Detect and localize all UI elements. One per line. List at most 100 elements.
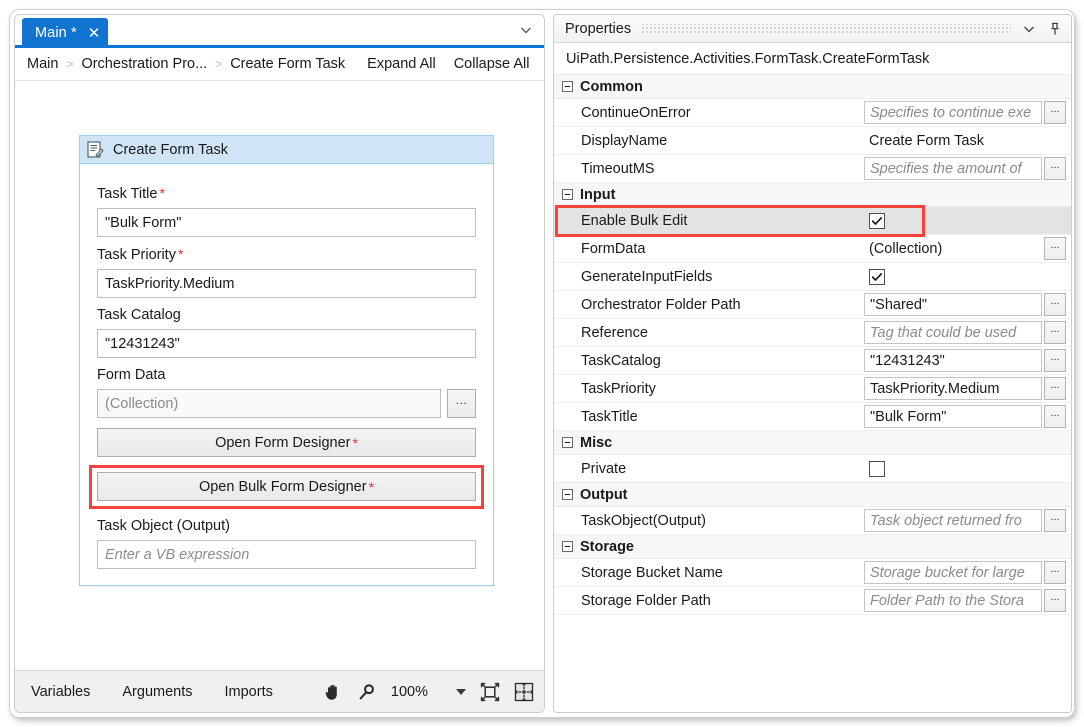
chevron-down-icon[interactable] [1021, 21, 1037, 37]
workflow-designer-pane: Main * ✕ Main > Orchestration Pro... > C… [14, 14, 545, 713]
collapse-expander-icon[interactable] [562, 541, 573, 552]
property-value: Create Form Task [864, 127, 1071, 154]
section-header-common[interactable]: Common [554, 75, 1071, 99]
property-row-timeoutms[interactable]: TimeoutMS Specifies the amount of ... [554, 155, 1071, 183]
property-value [864, 263, 1071, 290]
task-catalog-input[interactable]: "12431243" [97, 329, 476, 358]
taskcatalog-input[interactable]: "12431243" [864, 349, 1042, 372]
caret-down-icon[interactable] [456, 689, 466, 695]
taskobject-output-input[interactable]: Task object returned fro [864, 509, 1042, 532]
breadcrumb-item-0[interactable]: Main [27, 56, 58, 72]
field-label-task-catalog: Task Catalog [97, 307, 476, 323]
drag-grip[interactable] [641, 24, 1011, 34]
property-name: Enable Bulk Edit [554, 213, 864, 229]
taskpriority-input[interactable]: TaskPriority.Medium [864, 377, 1042, 400]
label-text: Task Title [97, 186, 157, 202]
magnifier-icon[interactable] [357, 682, 377, 702]
designer-canvas[interactable]: Create Form Task Task Title* "Bulk Form"… [15, 82, 544, 670]
property-value [864, 455, 1071, 482]
open-form-designer-button[interactable]: Open Form Designer* [97, 428, 476, 457]
property-row-displayname[interactable]: DisplayName Create Form Task [554, 127, 1071, 155]
property-row-storage-folder-path[interactable]: Storage Folder Path Folder Path to the S… [554, 587, 1071, 615]
input-rows: Enable Bulk Edit FormData (Collection) .… [554, 207, 1071, 431]
close-icon[interactable]: ✕ [88, 26, 101, 41]
open-bulk-form-designer-button[interactable]: Open Bulk Form Designer* [97, 472, 476, 501]
task-priority-input[interactable]: TaskPriority.Medium [97, 269, 476, 298]
property-name: TaskObject(Output) [554, 513, 864, 529]
timeoutms-input[interactable]: Specifies the amount of [864, 157, 1042, 180]
imports-panel-button[interactable]: Imports [225, 684, 273, 700]
taskcatalog-ellipsis-button[interactable]: ... [1044, 349, 1066, 372]
variables-panel-button[interactable]: Variables [31, 684, 90, 700]
reference-input[interactable]: Tag that could be used [864, 321, 1042, 344]
property-row-tasktitle[interactable]: TaskTitle "Bulk Form" ... [554, 403, 1071, 431]
storage-folder-path-input[interactable]: Folder Path to the Stora [864, 589, 1042, 612]
section-header-input[interactable]: Input [554, 183, 1071, 207]
taskobject-output-ellipsis-button[interactable]: ... [1044, 509, 1066, 532]
collapse-expander-icon[interactable] [562, 189, 573, 200]
breadcrumb-item-2[interactable]: Create Form Task [230, 56, 345, 72]
property-name: TimeoutMS [554, 161, 864, 177]
displayname-value[interactable]: Create Form Task [864, 133, 1042, 149]
breadcrumb-separator: > [66, 57, 73, 71]
property-row-orchestrator-folder-path[interactable]: Orchestrator Folder Path "Shared" ... [554, 291, 1071, 319]
formdata-ellipsis-button[interactable]: ... [1044, 237, 1066, 260]
property-value: Task object returned fro ... [864, 507, 1071, 534]
field-label-task-priority: Task Priority* [97, 246, 476, 263]
formdata-value[interactable]: (Collection) [864, 241, 1042, 257]
property-row-reference[interactable]: Reference Tag that could be used ... [554, 319, 1071, 347]
properties-title: Properties [565, 21, 631, 37]
property-row-private[interactable]: Private [554, 455, 1071, 483]
collapse-expander-icon[interactable] [562, 437, 573, 448]
orchestrator-folder-path-ellipsis-button[interactable]: ... [1044, 293, 1066, 316]
breadcrumb-separator: > [215, 57, 222, 71]
private-checkbox[interactable] [869, 461, 885, 477]
tasktitle-ellipsis-button[interactable]: ... [1044, 405, 1066, 428]
tab-main[interactable]: Main * ✕ [22, 18, 108, 48]
section-header-misc[interactable]: Misc [554, 431, 1071, 455]
arguments-panel-button[interactable]: Arguments [122, 684, 192, 700]
reference-ellipsis-button[interactable]: ... [1044, 321, 1066, 344]
collapse-all-button[interactable]: Collapse All [454, 56, 530, 72]
field-label-task-object-output: Task Object (Output) [97, 518, 476, 534]
enable-bulk-edit-checkbox[interactable] [869, 213, 885, 229]
task-object-output-input[interactable]: Enter a VB expression [97, 540, 476, 569]
collapse-expander-icon[interactable] [562, 81, 573, 92]
property-row-taskobject-output[interactable]: TaskObject(Output) Task object returned … [554, 507, 1071, 535]
overview-map-icon[interactable] [514, 682, 534, 702]
pin-icon[interactable] [1047, 21, 1063, 37]
property-row-continueonerror[interactable]: ContinueOnError Specifies to continue ex… [554, 99, 1071, 127]
hand-pan-icon[interactable] [323, 682, 343, 702]
storage-bucket-name-ellipsis-button[interactable]: ... [1044, 561, 1066, 584]
property-row-taskpriority[interactable]: TaskPriority TaskPriority.Medium ... [554, 375, 1071, 403]
orchestrator-folder-path-input[interactable]: "Shared" [864, 293, 1042, 316]
property-name: Private [554, 461, 864, 477]
breadcrumb-item-1[interactable]: Orchestration Pro... [81, 56, 207, 72]
activity-create-form-task[interactable]: Create Form Task Task Title* "Bulk Form"… [79, 135, 494, 586]
chevron-down-icon[interactable] [518, 22, 534, 38]
property-row-formdata[interactable]: FormData (Collection) ... [554, 235, 1071, 263]
fit-to-screen-icon[interactable] [480, 682, 500, 702]
collapse-expander-icon[interactable] [562, 489, 573, 500]
continueonerror-ellipsis-button[interactable]: ... [1044, 101, 1066, 124]
property-row-enable-bulk-edit[interactable]: Enable Bulk Edit [554, 207, 1071, 235]
form-data-input[interactable]: (Collection) [97, 389, 441, 418]
storage-bucket-name-input[interactable]: Storage bucket for large [864, 561, 1042, 584]
expand-all-button[interactable]: Expand All [367, 56, 436, 72]
section-header-output[interactable]: Output [554, 483, 1071, 507]
timeoutms-ellipsis-button[interactable]: ... [1044, 157, 1066, 180]
section-label: Common [580, 79, 643, 95]
task-title-input[interactable]: "Bulk Form" [97, 208, 476, 237]
tasktitle-input[interactable]: "Bulk Form" [864, 405, 1042, 428]
storage-folder-path-ellipsis-button[interactable]: ... [1044, 589, 1066, 612]
property-row-taskcatalog[interactable]: TaskCatalog "12431243" ... [554, 347, 1071, 375]
form-data-browse-button[interactable]: ... [447, 389, 476, 418]
continueonerror-input[interactable]: Specifies to continue exe [864, 101, 1042, 124]
breadcrumb-actions: Expand All Collapse All [367, 56, 529, 72]
taskpriority-ellipsis-button[interactable]: ... [1044, 377, 1066, 400]
section-header-storage[interactable]: Storage [554, 535, 1071, 559]
property-row-storage-bucket-name[interactable]: Storage Bucket Name Storage bucket for l… [554, 559, 1071, 587]
property-row-generateinputfields[interactable]: GenerateInputFields [554, 263, 1071, 291]
generateinputfields-checkbox[interactable] [869, 269, 885, 285]
tab-main-label: Main * [35, 25, 77, 41]
